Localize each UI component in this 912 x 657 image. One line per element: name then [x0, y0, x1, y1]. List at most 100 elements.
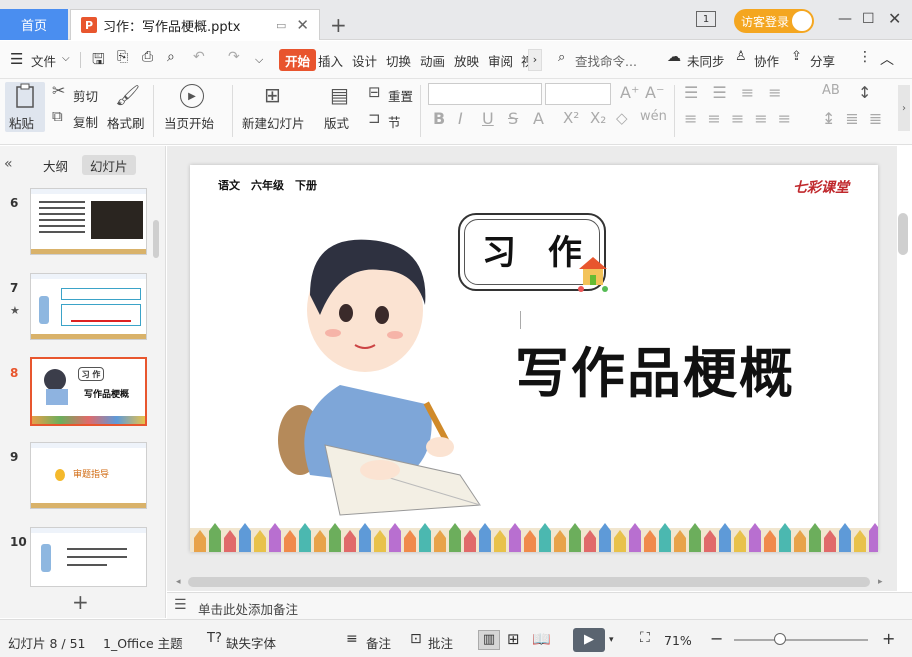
slide-thumbnail[interactable]: [30, 527, 147, 587]
tab-slideshow[interactable]: 放映: [454, 51, 479, 70]
new-tab-icon[interactable]: +: [330, 13, 347, 37]
superscript-icon[interactable]: X²: [563, 109, 579, 127]
zoom-slider-track[interactable]: [734, 639, 868, 641]
cut-button[interactable]: 剪切: [73, 86, 98, 105]
export-icon[interactable]: ⎘: [117, 49, 128, 65]
notes-bar[interactable]: ☰ 单击此处添加备注: [167, 592, 912, 619]
collapse-ribbon-icon[interactable]: ︿: [880, 49, 894, 69]
print-preview-icon[interactable]: ⌕: [167, 49, 175, 65]
share-icon: ⇪: [791, 49, 802, 64]
slide-thumbnail[interactable]: [30, 273, 147, 340]
underline-icon[interactable]: U: [482, 109, 494, 128]
font-size-select[interactable]: [545, 83, 611, 105]
avatar: [792, 11, 812, 31]
more-quick-icon[interactable]: ⌵: [255, 53, 263, 67]
strikethrough-icon[interactable]: S: [508, 109, 518, 128]
tab-transition[interactable]: 切换: [386, 51, 411, 70]
slide-counter: 幻灯片 8 / 51: [8, 636, 86, 651]
line-spacing-icon[interactable]: ↕: [858, 83, 871, 102]
reading-view-icon[interactable]: 📖: [532, 630, 551, 648]
scroll-left-icon[interactable]: ◂: [176, 577, 181, 587]
ribbon-scroll-right-icon[interactable]: ›: [898, 85, 910, 131]
missing-font-button[interactable]: 缺失字体: [226, 633, 276, 652]
new-slide-button[interactable]: 新建幻灯片: [242, 113, 305, 132]
home-tab[interactable]: 首页: [0, 9, 68, 40]
zoom-out-icon[interactable]: −: [710, 629, 723, 648]
text-direction-icon[interactable]: AB: [822, 83, 840, 98]
spacing-icons[interactable]: ↨≣≣: [822, 109, 892, 128]
horizontal-scrollbar[interactable]: [188, 577, 870, 587]
tab-review[interactable]: 审阅: [488, 51, 513, 70]
tab-home[interactable]: 开始: [279, 49, 317, 71]
document-tab[interactable]: P 习作：写作品梗概.pptx ▭ ✕: [70, 9, 320, 40]
format-painter-button[interactable]: 格式刷: [107, 113, 145, 132]
collapse-panel-icon[interactable]: «: [4, 156, 13, 172]
cloud-icon: ☁: [667, 49, 681, 65]
grid-view-icon[interactable]: ⊞: [507, 630, 520, 648]
scroll-right-icon[interactable]: ▸: [878, 577, 883, 587]
tab-outline[interactable]: 大纲: [35, 155, 76, 175]
normal-view-icon[interactable]: ▥: [478, 630, 500, 650]
subscript-icon[interactable]: X₂: [590, 109, 606, 127]
monitor-icon[interactable]: ▭: [276, 19, 286, 32]
undo-icon[interactable]: ↶: [193, 49, 205, 65]
file-menu[interactable]: 文件: [31, 51, 56, 70]
login-button[interactable]: 访客登录: [734, 9, 814, 33]
window-count-icon[interactable]: 1: [696, 11, 716, 27]
zoom-in-icon[interactable]: +: [882, 629, 895, 648]
list-icons[interactable]: ☰☰≡≡: [684, 83, 796, 102]
fit-window-icon[interactable]: ⛶: [640, 630, 650, 646]
redo-icon[interactable]: ↷: [228, 49, 240, 65]
divider: [80, 52, 81, 68]
share-button[interactable]: 分享: [810, 51, 835, 70]
notes-placeholder[interactable]: 单击此处添加备注: [198, 599, 298, 618]
collab-button[interactable]: 协作: [754, 51, 779, 70]
add-slide-icon[interactable]: +: [72, 590, 89, 614]
font-shrink-icon[interactable]: A⁻: [645, 83, 664, 102]
slide-title[interactable]: 写作品梗概: [515, 329, 795, 408]
chevron-down-icon[interactable]: ⌵: [62, 53, 70, 64]
play-slideshow-button[interactable]: ▶: [573, 628, 605, 652]
font-family-select[interactable]: [428, 83, 542, 105]
italic-icon[interactable]: I: [458, 109, 463, 128]
chevron-right-icon[interactable]: ›: [528, 49, 542, 71]
layout-button[interactable]: 版式: [324, 113, 349, 132]
panel-scrollbar[interactable]: [153, 220, 159, 258]
tab-animation[interactable]: 动画: [420, 51, 445, 70]
notes-toggle-button[interactable]: 备注: [366, 633, 391, 652]
tab-insert[interactable]: 插入: [318, 51, 343, 70]
close-window-icon[interactable]: ✕: [888, 9, 901, 28]
slide-thumbnail[interactable]: 审题指导: [30, 442, 147, 509]
font-grow-icon[interactable]: A⁺: [620, 83, 639, 102]
section-button[interactable]: 节: [388, 112, 401, 131]
align-icons[interactable]: ≡≡≡≡≡: [684, 109, 801, 128]
save-icon[interactable]: 🖫: [92, 49, 105, 74]
comment-button[interactable]: 批注: [428, 633, 453, 652]
theme-name[interactable]: 1_Office 主题: [103, 633, 183, 652]
slide-thumbnail[interactable]: [30, 188, 147, 255]
vertical-scrollbar[interactable]: [898, 213, 908, 255]
slide[interactable]: 语文 六年级 下册 七彩课堂 习 作 写作品梗概: [190, 165, 878, 552]
copy-button[interactable]: 复制: [73, 112, 98, 131]
play-dropdown-icon[interactable]: ▾: [609, 635, 614, 645]
command-search-input[interactable]: 查找命令...: [575, 51, 637, 70]
font-color-icon[interactable]: A: [533, 109, 544, 128]
bold-icon[interactable]: B: [433, 109, 445, 128]
more-icon[interactable]: ⋮: [858, 49, 872, 65]
reset-button[interactable]: 重置: [388, 86, 413, 105]
slide-thumbnail-selected[interactable]: 习 作 写作品梗概: [30, 357, 147, 426]
minimize-icon[interactable]: —: [838, 11, 852, 27]
zoom-slider-handle[interactable]: [774, 633, 786, 645]
eraser-icon[interactable]: ◇: [616, 109, 628, 127]
print-icon[interactable]: ⎙: [142, 49, 153, 65]
menu-hamburger-icon[interactable]: ☰: [10, 50, 23, 68]
phonetic-icon[interactable]: wén: [640, 109, 667, 124]
close-tab-icon[interactable]: ✕: [296, 16, 309, 34]
tab-design[interactable]: 设计: [352, 51, 377, 70]
sync-button[interactable]: 未同步: [687, 51, 725, 70]
maximize-icon[interactable]: ☐: [862, 11, 875, 27]
zoom-level[interactable]: 71%: [664, 633, 692, 648]
tab-slides[interactable]: 幻灯片: [82, 155, 136, 175]
from-current-button[interactable]: 当页开始: [164, 113, 214, 132]
paste-button[interactable]: 粘贴: [5, 82, 45, 132]
